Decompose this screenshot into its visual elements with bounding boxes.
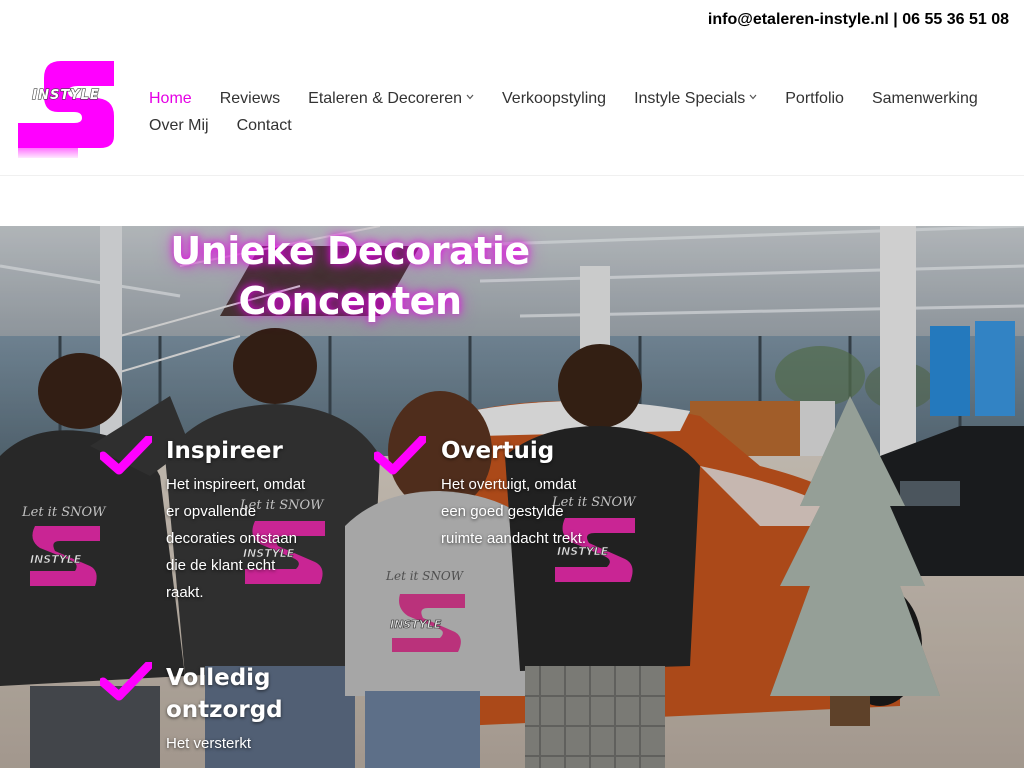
nav-item-contact[interactable]: Contact [237,117,292,135]
nav-item-label: Verkoopstyling [502,89,607,107]
nav-item-reviews[interactable]: Reviews [220,90,280,108]
feature-title: Overtuig [441,438,555,464]
nav-row-1: Home Reviews Etaleren & Decoreren Verkoopst… [149,85,1009,112]
checkmark-icon [100,662,152,701]
nav-item-home[interactable]: Home [149,90,192,108]
nav-item-verkoopstyling[interactable]: Verkoopstyling [502,90,606,108]
nav-item-label: Etaleren & Decoreren [308,89,463,107]
nav-item-label: Home [149,89,192,107]
feature-title: Volledig ontzorgd [166,665,283,723]
nav-item-label: Contact [236,116,292,134]
nav-row-2: Over Mij Contact [149,112,1009,139]
contact-info[interactable]: info@etaleren-instyle.nl | 06 55 36 51 0… [708,11,1009,29]
nav-item-label: Samenwerking [871,89,978,107]
site-header: INSTYLE Home Reviews Etaleren & Decoreren V… [0,40,1024,176]
feature-overtuig: Overtuig Het overtuigt, omdat een goed g… [441,435,641,552]
main-navigation: Home Reviews Etaleren & Decoreren Verkoopst… [149,85,1009,139]
feature-text: Het inspireert, omdat er opvallende deco… [166,476,306,601]
nav-item-label: Portfolio [785,89,844,107]
instyle-logo[interactable]: INSTYLE [16,58,116,160]
hero-section: Let it SNOW INSTYLE Let it SNOW INSTYLE … [0,226,1024,768]
nav-item-over-mij[interactable]: Over Mij [149,117,209,135]
feature-text: Het versterkt [166,735,252,752]
nav-item-label: Instyle Specials [634,89,746,107]
hero-title-line-2: Concepten [238,279,462,323]
nav-item-label: Over Mij [149,116,209,134]
checkmark-icon [100,436,152,475]
nav-item-etaleren-decoreren[interactable]: Etaleren & Decoreren [308,90,474,108]
chevron-down-icon[interactable] [749,92,757,103]
chevron-down-icon[interactable] [466,92,474,103]
nav-item-portfolio[interactable]: Portfolio [785,90,844,108]
nav-item-label: Reviews [219,89,281,107]
feature-title: Inspireer [166,438,283,464]
feature-text: Het overtuigt, omdat een goed gestylde r… [441,476,587,547]
hero-title-line-1: Unieke Decoratie [170,229,530,273]
nav-item-samenwerking[interactable]: Samenwerking [872,90,978,108]
checkmark-icon [374,436,426,475]
nav-item-instyle-specials[interactable]: Instyle Specials [634,90,757,108]
logo-text: INSTYLE [32,88,100,103]
feature-inspireer: Inspireer Het inspireert, omdat er opval… [166,435,341,606]
hero-title: Unieke Decoratie Concepten [140,226,560,326]
feature-volledig-ontzorgd: Volledig ontzorgd Het versterkt [166,662,341,757]
top-bar: info@etaleren-instyle.nl | 06 55 36 51 0… [0,0,1024,40]
